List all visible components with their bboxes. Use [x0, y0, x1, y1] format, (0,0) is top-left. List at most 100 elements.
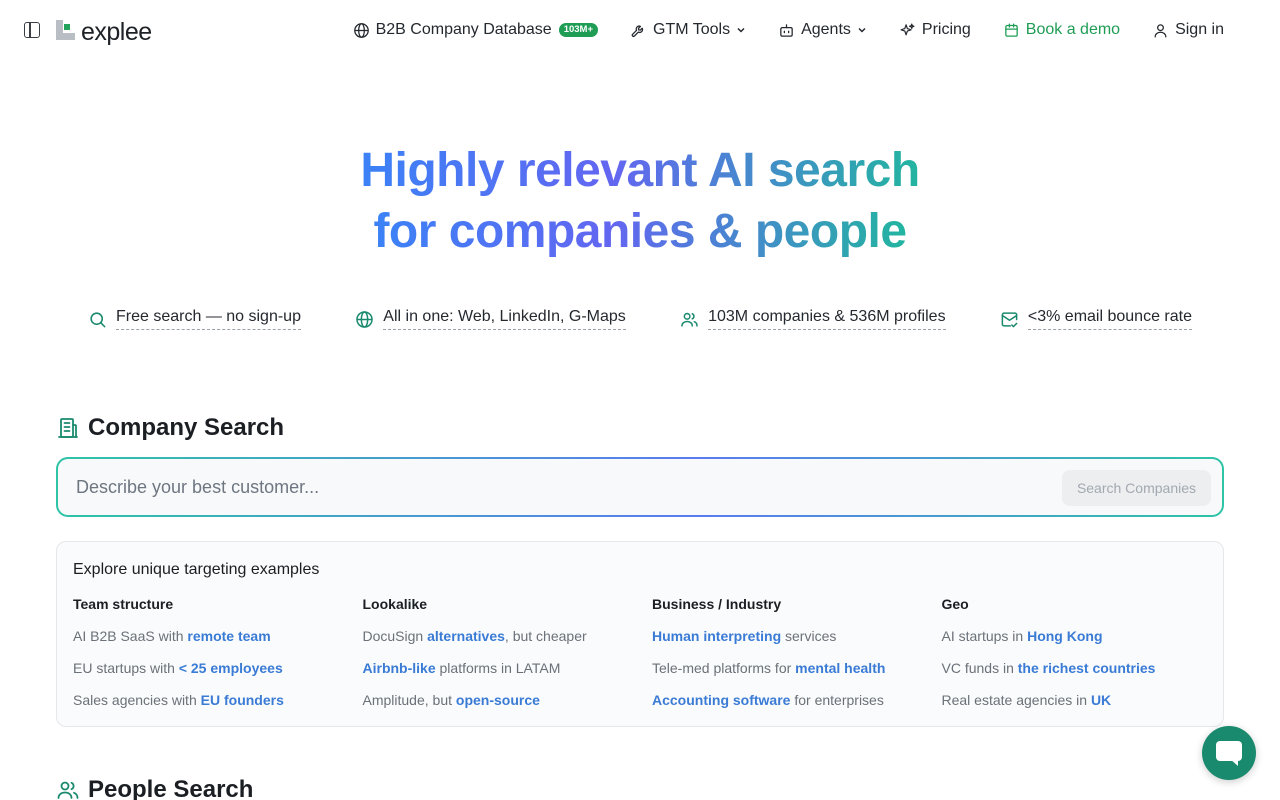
nav-item-agents[interactable]: Agents [778, 21, 867, 39]
example-link[interactable]: VC funds in the richest countries [942, 660, 1232, 677]
examples-column-lookalike: Lookalike DocuSign alternatives, but che… [363, 596, 653, 724]
example-text: AI B2B SaaS with [73, 628, 188, 644]
nav-item-pricing[interactable]: Pricing [899, 21, 971, 39]
users-icon [57, 781, 79, 799]
top-nav: explee B2B Company Database 103M+ GTM To… [0, 0, 1280, 60]
targeting-examples-panel: Explore unique targeting examples Team s… [56, 541, 1224, 727]
company-search-title: Company Search [56, 414, 284, 442]
search-icon [90, 311, 106, 327]
sidebar-toggle-icon[interactable] [24, 22, 40, 38]
count-badge: 103M+ [558, 23, 599, 37]
feature-label: Free search — no sign-up [116, 308, 301, 330]
robot-icon [780, 23, 793, 37]
chat-bubble-icon [1216, 741, 1242, 761]
example-highlight: Accounting software [652, 692, 791, 708]
example-link[interactable]: Accounting software for enterprises [652, 692, 942, 709]
globe-icon [356, 310, 374, 328]
example-text: for enterprises [790, 692, 884, 708]
logo[interactable]: explee [56, 18, 152, 47]
nav-item-gtm-tools[interactable]: GTM Tools [630, 21, 746, 39]
feature-label: All in one: Web, LinkedIn, G-Maps [383, 308, 626, 330]
chat-bubble-tail [1230, 759, 1238, 766]
example-link[interactable]: EU startups with < 25 employees [73, 660, 363, 677]
examples-column-business-industry: Business / Industry Human interpreting s… [652, 596, 942, 724]
nav-item-label: Pricing [921, 21, 971, 38]
company-search-input[interactable] [76, 476, 1036, 498]
calendar-icon [1004, 22, 1018, 37]
users-icon [681, 312, 698, 327]
feature-free-search[interactable]: Free search — no sign-up [88, 308, 301, 330]
chat-widget-button[interactable] [1202, 726, 1256, 780]
example-link[interactable]: AI startups in Hong Kong [942, 628, 1232, 645]
section-title-text: People Search [88, 776, 254, 800]
feature-database-size[interactable]: 103M companies & 536M profiles [680, 308, 946, 330]
example-text: VC funds in [941, 660, 1018, 676]
chevron-down-icon [858, 27, 866, 33]
example-link[interactable]: Amplitude, but open-source [363, 692, 653, 709]
example-text: , but cheaper [504, 628, 587, 644]
example-highlight: Hong Kong [1027, 628, 1103, 644]
example-text: AI startups in [941, 628, 1028, 644]
nav-item-label: Agents [801, 21, 851, 38]
feature-list: Free search — no sign-up All in one: Web… [88, 308, 1192, 330]
people-search-title: People Search [56, 776, 253, 800]
feature-label: 103M companies & 536M profiles [708, 308, 946, 330]
column-heading: Team structure [73, 596, 174, 612]
example-highlight: mental health [795, 660, 886, 676]
nav-item-label: Book a demo [1025, 21, 1121, 38]
example-link[interactable]: AI B2B SaaS with remote team [73, 628, 363, 645]
sign-in-link[interactable]: Sign in [1152, 21, 1224, 39]
example-link[interactable]: Tele-med platforms for mental health [652, 660, 942, 677]
example-highlight: Human interpreting [652, 628, 782, 644]
example-highlight: the richest countries [1017, 660, 1156, 676]
example-text: DocuSign [362, 628, 428, 644]
nav-menu: B2B Company Database 103M+ GTM Tools Age… [353, 18, 1224, 42]
example-link[interactable]: Airbnb-like platforms in LATAM [363, 660, 653, 677]
feature-label: <3% email bounce rate [1027, 308, 1192, 330]
nav-item-label: GTM Tools [653, 21, 731, 38]
example-text: Tele-med platforms for [652, 660, 796, 676]
mail-check-icon [1001, 311, 1018, 327]
sparkles-icon [900, 23, 915, 35]
example-link[interactable]: DocuSign alternatives, but cheaper [363, 628, 653, 645]
logo-mark-icon [56, 19, 75, 40]
example-highlight: < 25 employees [178, 660, 283, 676]
nav-item-label: B2B Company Database [375, 21, 552, 38]
example-highlight: UK [1090, 692, 1112, 708]
example-text: Real estate agencies in [941, 692, 1091, 708]
company-search-inner: Search Companies [58, 459, 1222, 515]
company-search-box: Search Companies [56, 457, 1224, 517]
examples-column-team-structure: Team structure AI B2B SaaS with remote t… [73, 596, 363, 724]
examples-columns: Team structure AI B2B SaaS with remote t… [73, 596, 1231, 724]
section-title-text: Company Search [88, 414, 285, 441]
example-highlight: EU founders [200, 692, 284, 708]
globe-icon [353, 22, 369, 38]
examples-column-geo: Geo AI startups in Hong Kong VC funds in… [942, 596, 1232, 724]
feature-all-in-one[interactable]: All in one: Web, LinkedIn, G-Maps [355, 308, 626, 330]
example-highlight: remote team [187, 628, 271, 644]
hero-line-1: Highly relevant AI search [360, 140, 920, 201]
user-icon [1154, 23, 1167, 38]
example-link[interactable]: Human interpreting services [652, 628, 942, 645]
column-heading: Geo [941, 596, 969, 612]
hero-line-2: for companies & people [373, 201, 907, 262]
nav-item-company-database[interactable]: B2B Company Database 103M+ [353, 21, 599, 39]
example-highlight: open-source [455, 692, 540, 708]
example-text: Sales agencies with [73, 692, 201, 708]
example-link[interactable]: Sales agencies with EU founders [73, 692, 363, 709]
feature-bounce-rate[interactable]: <3% email bounce rate [1000, 308, 1192, 330]
logo-text: explee [81, 18, 152, 46]
nav-item-label: Sign in [1175, 21, 1224, 38]
example-text: platforms in LATAM [435, 660, 561, 676]
example-link[interactable]: Real estate agencies in UK [942, 692, 1232, 709]
example-highlight: Airbnb-like [362, 660, 436, 676]
column-heading: Business / Industry [652, 596, 782, 612]
search-companies-button[interactable]: Search Companies [1061, 470, 1211, 506]
examples-title: Explore unique targeting examples [73, 561, 320, 578]
hero-heading: Highly relevant AI search for companies … [0, 140, 1280, 262]
example-text: Amplitude, but [362, 692, 456, 708]
column-heading: Lookalike [362, 596, 428, 612]
book-demo-link[interactable]: Book a demo [1003, 21, 1120, 39]
building-icon [58, 418, 78, 438]
wrench-icon [631, 25, 644, 37]
